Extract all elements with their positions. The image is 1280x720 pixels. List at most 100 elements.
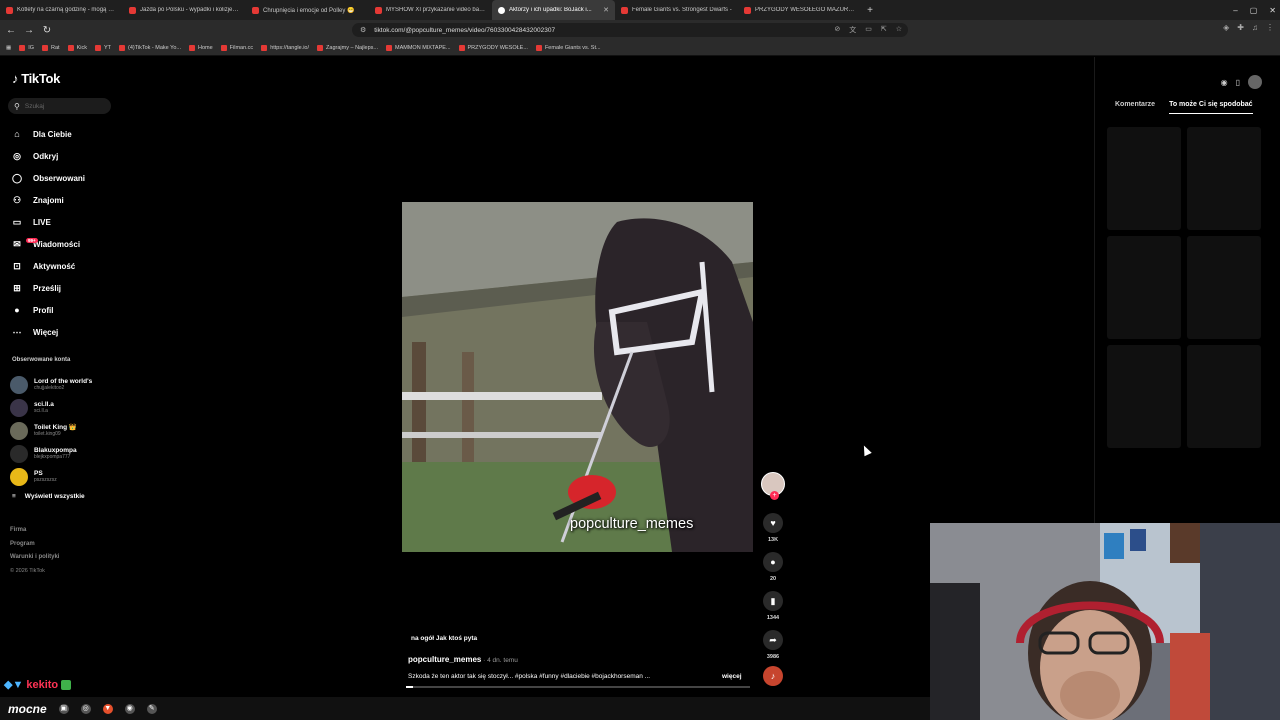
bookmark-item[interactable]: Female Giants vs. St... [535, 44, 601, 51]
nav-item-profil[interactable]: ● Profil [10, 299, 85, 321]
suggestion-thumbnail[interactable] [1187, 127, 1261, 230]
music-disc[interactable]: ♪ [762, 666, 784, 686]
tiktok-logo[interactable]: ♪ TikTok [12, 71, 60, 86]
menu-icon[interactable]: ⋮ [1266, 23, 1274, 32]
nav-item-live[interactable]: ▭ LIVE [10, 211, 85, 233]
browser-tab[interactable]: Female Giants vs. Strongest Dwarfs - [615, 0, 738, 20]
browser-tab[interactable]: Kotlety na czarną godzinę - mogą st... [0, 0, 123, 20]
new-tab-icon[interactable]: + [861, 5, 879, 16]
bookmark-button[interactable]: ▮ 1344 [762, 591, 784, 621]
video-player[interactable]: popculture_memes [402, 202, 753, 552]
sidebar-footer: Firma Program Warunki i polityki © 2026 … [10, 524, 59, 578]
browser-tab[interactable]: Aktorzy i ich upadki: BoJack i... ✕ [492, 0, 615, 20]
translate-icon[interactable]: 文 [849, 25, 856, 35]
footer-link[interactable]: Firma [10, 524, 59, 538]
nav-item-odkryj[interactable]: ◎ Odkryj [10, 145, 85, 167]
post-age: · 4 dn. temu [481, 657, 518, 664]
bookmark-item[interactable]: IG [19, 44, 34, 51]
like-button[interactable]: ♥ 13K [762, 513, 784, 543]
nav-item-wiadomo-ci[interactable]: ✉ 99+ Wiadomości [10, 233, 85, 255]
bookmark-item[interactable]: Kick [67, 44, 87, 51]
bookmark-item[interactable]: Zagrajmy – Najleps... [317, 44, 378, 51]
footer-link[interactable]: Warunki i polityki [10, 551, 59, 565]
nav-item-obserwowani[interactable]: ◯ Obserwowani [10, 167, 85, 189]
share-button[interactable]: ➦ 3986 [762, 630, 784, 660]
device-icon[interactable]: ▯ [1236, 78, 1240, 87]
footer-link[interactable]: Program [10, 538, 59, 552]
extension-icon[interactable]: ◈ [1223, 23, 1229, 32]
followed-account[interactable]: PS pszszszsz [10, 465, 92, 488]
obs-icon[interactable]: ◉ [124, 703, 135, 714]
activity-icon: ⊡ [13, 260, 21, 271]
user-avatar[interactable] [1248, 75, 1262, 89]
suggestion-thumbnail[interactable] [1107, 345, 1181, 448]
followed-account[interactable]: Toilet King 👑 toilet.king09 [10, 419, 92, 442]
bookmark-item[interactable]: MAMMON MIXTAPE... [386, 44, 451, 51]
show-all-link[interactable]: ≡ Wyświetl wszystkie [12, 493, 85, 500]
close-window-icon[interactable]: ✕ [1269, 6, 1276, 15]
puzzle-icon[interactable]: ✚ [1237, 23, 1244, 32]
suggestion-thumbnail[interactable] [1187, 345, 1261, 448]
coin-icon[interactable]: ◉ [1221, 78, 1228, 87]
tab-comments[interactable]: Komentarze [1115, 101, 1155, 114]
bookmark-item[interactable]: PRZYGODY WESOŁE... [458, 44, 528, 51]
bookmark-item[interactable]: Home [188, 44, 213, 51]
bookmark-item[interactable]: https://tangle.io/ [261, 44, 309, 51]
site-info-icon[interactable]: ⚙ [360, 26, 366, 34]
avatar [10, 421, 28, 440]
taskbar: mocne ▣ ◎ ▼ ◉ ✎ [0, 697, 930, 720]
video-author[interactable]: popculture_memes · 4 dn. temu [408, 655, 518, 664]
nav-item-znajomi[interactable]: ⚇ Znajomi [10, 189, 85, 211]
mouse-cursor [860, 443, 872, 457]
app-icon[interactable]: ✎ [146, 703, 157, 714]
brave-icon[interactable]: ▼ [102, 703, 113, 714]
back-icon[interactable]: ← [4, 25, 18, 36]
forward-icon[interactable]: → [22, 25, 36, 36]
stream-name-overlay: ◆▼ kekito [4, 678, 72, 691]
video-title: na ogół Jak ktoś pyta [411, 635, 478, 642]
tab-favicon [6, 6, 13, 14]
folder-icon[interactable]: ▣ [58, 703, 69, 714]
more-link[interactable]: więcej [722, 673, 742, 680]
media-icon[interactable]: ♫ [1252, 23, 1258, 32]
install-icon[interactable]: ▭ [865, 25, 872, 35]
nav-item-aktywno-[interactable]: ⊡ Aktywność [10, 255, 85, 277]
tab-favicon [744, 6, 751, 14]
minimize-icon[interactable]: – [1233, 6, 1237, 15]
followed-account[interactable]: sci.ll.a sci.ll.a [10, 396, 92, 419]
address-bar[interactable]: ⚙ tiktok.com/@popculture_memes/video/760… [352, 23, 908, 37]
share-page-icon[interactable]: ⇱ [881, 25, 887, 35]
tab-you-may-like[interactable]: To może Ci się spodobać [1169, 101, 1253, 114]
video-progress-bar[interactable] [406, 686, 750, 688]
follow-plus-icon[interactable]: + [770, 491, 779, 500]
comment-button[interactable]: ● 20 [762, 552, 784, 582]
bookmark-star-icon[interactable]: ☆ [896, 25, 902, 35]
creator-avatar[interactable]: + [761, 472, 785, 500]
browser-tab[interactable]: MYSHOW XI przykazanie video back... [369, 0, 492, 20]
search-input[interactable]: ⚲ Szukaj [8, 98, 111, 114]
nav-item-dla-ciebie[interactable]: ⌂ Dla Ciebie [10, 123, 85, 145]
followed-account[interactable]: Lord of the world's chujjalekitoo2 [10, 373, 92, 396]
tab-title: Female Giants vs. Strongest Dwarfs - [632, 7, 732, 13]
followed-account[interactable]: Blakuxpompa blejkxpompa777 [10, 442, 92, 465]
nav-item-prze-lij[interactable]: ⊞ Prześlij [10, 277, 85, 299]
bookmark-item[interactable]: (4)TikTok - Make Yo... [119, 44, 181, 51]
browser-tab[interactable]: Jazda po Polsku - wypadki i kolizje o... [123, 0, 246, 20]
tab-title: Chrupnięcia i emocje od Polley 😁 [263, 7, 355, 14]
suggestion-thumbnail[interactable] [1187, 236, 1261, 339]
close-tab-icon[interactable]: ✕ [603, 6, 609, 14]
suggestion-thumbnail[interactable] [1107, 127, 1181, 230]
nav-item-wi-cej[interactable]: ⋯ Więcej [10, 321, 85, 343]
suggestion-thumbnail[interactable] [1107, 236, 1181, 339]
bookmark-item[interactable]: YT [94, 44, 111, 51]
browser-tab[interactable]: Chrupnięcia i emocje od Polley 😁 [246, 0, 369, 20]
maximize-icon[interactable]: ▢ [1250, 6, 1258, 15]
chrome-icon[interactable]: ◎ [80, 703, 91, 714]
apps-icon[interactable]: ▦ [6, 45, 11, 51]
bookmark-item[interactable]: Filman.cc [220, 44, 253, 51]
bookmark-item[interactable]: Rat [42, 44, 60, 51]
reload-icon[interactable]: ↻ [40, 25, 54, 36]
nav-label: Dla Ciebie [33, 129, 72, 139]
browser-tab[interactable]: PRZYGODY WESOŁEGO MAZURA we... [738, 0, 861, 20]
mute-icon[interactable]: ⊘ [834, 25, 840, 35]
